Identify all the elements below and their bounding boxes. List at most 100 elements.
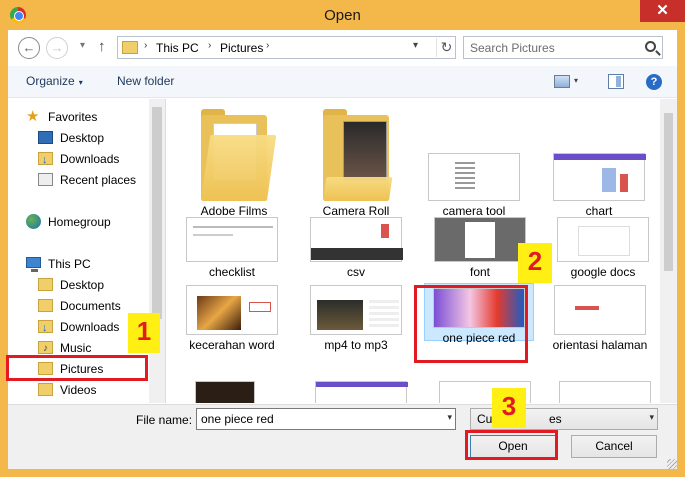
image-thumbnail[interactable]: [559, 381, 651, 403]
nav-label: Music: [60, 341, 92, 355]
file-tile-adobe-films[interactable]: Adobe Films: [179, 105, 289, 219]
file-tile-camera-tool[interactable]: camera tool: [419, 153, 529, 219]
file-tile-camera-roll[interactable]: Camera Roll: [301, 105, 411, 219]
up-button[interactable]: ↑: [98, 38, 106, 55]
file-name: csv: [347, 265, 365, 279]
breadcrumb-pictures[interactable]: Pictures: [220, 41, 263, 55]
organize-button[interactable]: Organize ▾: [26, 74, 83, 88]
forward-button[interactable]: →: [46, 37, 68, 59]
search-placeholder: Search Pictures: [470, 41, 555, 55]
computer-icon: [26, 257, 41, 272]
search-icon: [645, 41, 656, 52]
music-folder-icon: [38, 339, 53, 359]
annotation-number-1: 1: [128, 313, 160, 353]
nav-label: Homegroup: [48, 215, 111, 229]
breadcrumb-separator[interactable]: ›: [144, 40, 147, 51]
nav-label: Pictures: [60, 362, 104, 376]
pictures-folder-icon: [38, 362, 53, 375]
navigation-pane: ★ Favorites Desktop Downloads Recent pla…: [8, 99, 166, 403]
image-thumbnail: [186, 285, 278, 335]
chevron-down-icon[interactable]: ▾: [447, 412, 452, 423]
star-icon: ★: [26, 108, 40, 125]
file-tile-checklist[interactable]: checklist: [177, 217, 287, 280]
annotation-number-2: 2: [518, 243, 552, 283]
file-tile-chart[interactable]: chart: [544, 153, 654, 219]
image-thumbnail[interactable]: [195, 381, 255, 403]
file-list-scrollbar-thumb[interactable]: [664, 113, 673, 271]
file-list-scrollbar[interactable]: [660, 99, 677, 403]
chevron-down-icon[interactable]: ▾: [413, 40, 418, 51]
dialog-body: ← → ▾ ↑ › This PC › Pictures › ▾ ↻ Searc…: [8, 30, 677, 469]
file-name: one piece red: [442, 331, 516, 345]
file-name-label: File name:: [136, 413, 193, 427]
file-tile-kecerahan-word[interactable]: kecerahan word: [177, 285, 287, 353]
image-thumbnail: [310, 217, 403, 262]
file-type-value-tail: es: [549, 412, 562, 426]
folder-icon: [201, 105, 277, 201]
recent-places-icon: [38, 173, 53, 186]
breadcrumb-separator[interactable]: ›: [266, 40, 269, 51]
resize-grip[interactable]: [667, 459, 677, 469]
dialog-footer: File name: one piece red ▾ Cus es ▾ Open…: [8, 404, 677, 469]
refresh-button[interactable]: ↻: [436, 38, 456, 57]
desktop-icon: [38, 131, 53, 144]
image-thumbnail: [310, 285, 402, 335]
downloads-folder-icon: [38, 318, 53, 338]
search-input[interactable]: Search Pictures: [463, 36, 663, 59]
recent-locations-dropdown[interactable]: ▾: [80, 40, 85, 51]
file-list: Adobe Films Camera Roll camera tool char…: [167, 99, 660, 403]
file-name: checklist: [208, 265, 255, 279]
pictures-folder-icon: [122, 41, 138, 54]
help-icon[interactable]: ?: [646, 74, 662, 90]
image-thumbnail: [428, 153, 520, 201]
image-thumbnail[interactable]: [315, 381, 408, 403]
nav-label: Downloads: [60, 320, 120, 334]
file-name: orientasi halaman: [552, 338, 648, 352]
file-name: kecerahan word: [189, 338, 275, 352]
file-name: google docs: [570, 265, 636, 279]
address-row: ← → ▾ ↑ › This PC › Pictures › ▾ ↻ Searc…: [8, 30, 677, 66]
image-thumbnail: [186, 217, 278, 262]
chevron-down-icon: ▾: [649, 412, 654, 422]
nav-scrollbar[interactable]: [149, 99, 165, 403]
back-button[interactable]: ←: [18, 37, 40, 59]
file-name: mp4 to mp3: [324, 338, 388, 352]
image-thumbnail: [434, 217, 526, 262]
file-tile-mp4-to-mp3[interactable]: mp4 to mp3: [301, 285, 411, 353]
image-thumbnail: [557, 217, 649, 262]
breadcrumb-this-pc[interactable]: This PC: [156, 41, 199, 55]
nav-label: Recent places: [60, 173, 137, 187]
nav-label: Desktop: [60, 131, 105, 145]
homegroup-icon: [26, 214, 41, 229]
folder-icon: [323, 105, 393, 201]
desktop-folder-icon: [38, 278, 53, 291]
new-folder-button[interactable]: New folder: [117, 74, 174, 88]
chevron-down-icon: ▾: [78, 78, 83, 87]
videos-folder-icon: [38, 383, 53, 396]
file-tile-one-piece-red[interactable]: one piece red: [424, 283, 534, 345]
nav-scrollbar-thumb[interactable]: [152, 107, 162, 319]
nav-label: Desktop: [60, 278, 105, 292]
open-button[interactable]: Open: [470, 435, 556, 458]
image-thumbnail: [554, 285, 646, 335]
open-dialog: Open ✕ ← → ▾ ↑ › This PC › Pictures › ▾ …: [0, 0, 685, 477]
file-tile-google-docs[interactable]: google docs: [548, 217, 658, 280]
view-options-dropdown[interactable]: ▾: [574, 76, 578, 85]
file-tile-orientasi-halaman[interactable]: orientasi halaman: [545, 285, 655, 353]
dialog-title: Open: [324, 7, 361, 24]
cancel-button[interactable]: Cancel: [571, 435, 657, 458]
address-bar[interactable]: › This PC › Pictures › ▾ ↻: [117, 36, 456, 59]
preview-pane-icon[interactable]: [608, 74, 624, 89]
nav-label: This PC: [48, 257, 91, 271]
annotation-number-3: 3: [492, 388, 526, 428]
nav-favorites-label: Favorites: [48, 110, 98, 124]
file-tile-csv[interactable]: csv: [301, 217, 411, 280]
file-name-value: one piece red: [201, 412, 274, 426]
file-name-field[interactable]: one piece red ▾: [196, 408, 456, 430]
breadcrumb-separator[interactable]: ›: [208, 40, 211, 51]
downloads-folder-icon: [38, 150, 53, 170]
change-view-icon[interactable]: [554, 75, 570, 88]
image-thumbnail: [433, 288, 525, 328]
close-button[interactable]: ✕: [640, 0, 685, 22]
nav-label: Videos: [60, 383, 97, 397]
